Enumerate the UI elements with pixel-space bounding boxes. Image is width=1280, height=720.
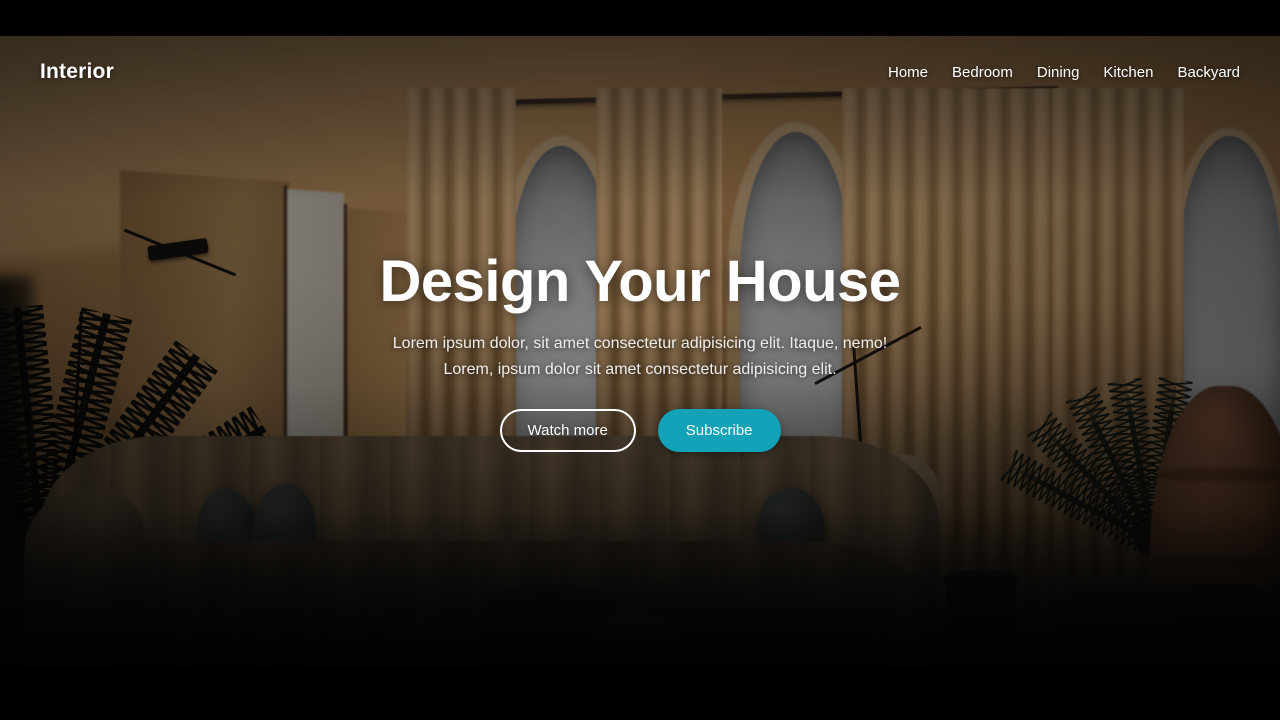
watch-more-button[interactable]: Watch more (499, 408, 636, 452)
hero-overlay-shade (0, 36, 1280, 668)
brand-logo[interactable]: Interior (40, 60, 114, 84)
subscribe-button[interactable]: Subscribe (657, 408, 781, 452)
nav-item-kitchen[interactable]: Kitchen (1103, 64, 1153, 81)
nav-item-backyard[interactable]: Backyard (1177, 64, 1240, 81)
nav-item-dining[interactable]: Dining (1037, 64, 1080, 81)
nav-item-home[interactable]: Home (888, 64, 928, 81)
letterbox-bar-top (0, 0, 1280, 36)
hero-button-group: Watch more Subscribe (499, 408, 781, 452)
nav-menu: Home Bedroom Dining Kitchen Backyard (888, 64, 1240, 81)
hero-section: Design Your House Lorem ipsum dolor, sit… (0, 36, 1280, 668)
screenshot-root: Design Your House Lorem ipsum dolor, sit… (0, 0, 1280, 720)
nav-item-bedroom[interactable]: Bedroom (952, 64, 1013, 81)
navbar: Interior Home Bedroom Dining Kitchen Bac… (0, 36, 1280, 108)
letterbox-bar-bottom (0, 668, 1280, 720)
hero-background-image (0, 36, 1280, 668)
